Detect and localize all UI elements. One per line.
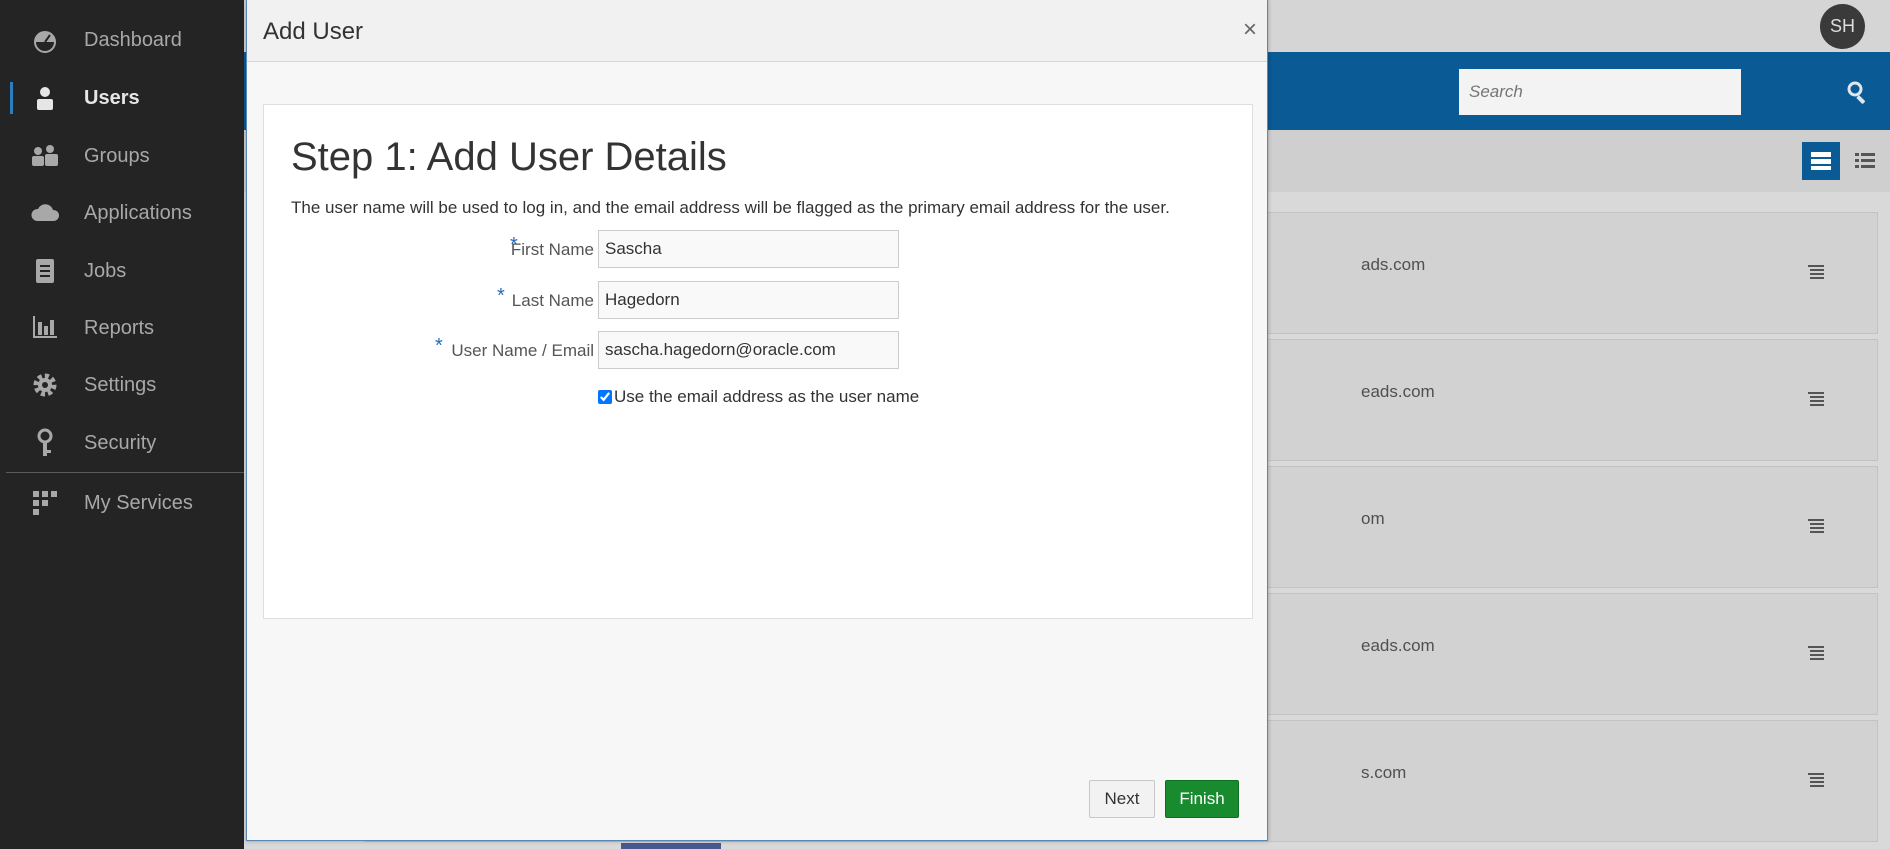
use-email-option[interactable]: Use the email address as the user name [598, 387, 919, 407]
step-panel: Step 1: Add User Details The user name w… [263, 104, 1253, 619]
sidebar-item-settings[interactable]: Settings [0, 363, 244, 407]
sidebar-divider [6, 472, 244, 473]
sidebar: Dashboard Users Groups Applications Jobs… [0, 0, 244, 849]
last-name-label: Last Name [511, 291, 594, 310]
sidebar-item-groups[interactable]: Groups [0, 134, 244, 178]
user-email: om [1361, 509, 1385, 528]
username-label: User Name / Email [451, 341, 594, 360]
row-menu-icon[interactable] [1808, 519, 1824, 540]
user-email: s.com [1361, 763, 1407, 782]
finish-button[interactable]: Finish [1165, 780, 1239, 818]
sidebar-item-label: Reports [84, 316, 155, 339]
last-name-row: * Last Name [264, 281, 1252, 321]
required-marker: * [497, 285, 505, 307]
user-email: eads.com [1361, 382, 1435, 401]
step-title: Step 1: Add User Details [291, 135, 727, 179]
row-menu-icon[interactable] [1808, 392, 1824, 413]
key-icon [30, 428, 60, 458]
username-email-field[interactable] [598, 331, 899, 369]
avatar[interactable]: SH [1820, 4, 1865, 49]
dialog-header: Add User × [247, 0, 1267, 62]
gear-icon [30, 370, 60, 400]
user-email: ads.com [1361, 255, 1426, 274]
sidebar-item-security[interactable]: Security [0, 421, 244, 465]
list-view-icon[interactable] [1852, 148, 1878, 174]
user-email: eads.com [1361, 636, 1435, 655]
row-menu-icon[interactable] [1808, 773, 1824, 794]
jobs-icon [30, 256, 60, 286]
close-icon[interactable]: × [1243, 18, 1257, 42]
sidebar-item-label: Security [84, 431, 157, 454]
add-user-dialog: Add User × Step 1: Add User Details The … [246, 0, 1268, 841]
dashboard-icon [30, 25, 60, 55]
groups-icon [30, 141, 60, 171]
first-name-label: First Name [510, 240, 594, 259]
sidebar-item-label: Jobs [84, 259, 127, 282]
row-menu-icon[interactable] [1808, 646, 1824, 667]
bottom-tab-indicator [621, 843, 721, 849]
search-input[interactable] [1459, 69, 1741, 115]
sidebar-item-label: Dashboard [84, 28, 182, 51]
dialog-title: Add User [263, 18, 364, 45]
sidebar-item-label: Settings [84, 373, 157, 396]
reports-icon [30, 313, 60, 343]
use-email-label: Use the email address as the user name [614, 387, 920, 406]
username-row: * User Name / Email [264, 331, 1252, 371]
sidebar-item-users[interactable]: Users [0, 76, 244, 120]
sidebar-item-label: Applications [84, 201, 192, 224]
first-name-row: * First Name [264, 230, 1252, 270]
sidebar-item-reports[interactable]: Reports [0, 306, 244, 350]
step-description: The user name will be used to log in, an… [291, 198, 1170, 217]
use-email-checkbox[interactable] [598, 390, 612, 404]
user-icon [30, 83, 60, 113]
sidebar-item-label: Users [84, 86, 140, 109]
cloud-icon [30, 198, 60, 228]
grid-icon [30, 488, 60, 518]
next-button[interactable]: Next [1089, 780, 1155, 818]
sidebar-item-jobs[interactable]: Jobs [0, 249, 244, 293]
last-name-field[interactable] [598, 281, 899, 319]
sidebar-item-applications[interactable]: Applications [0, 191, 244, 235]
sidebar-item-label: My Services [84, 491, 193, 514]
search-icon[interactable] [1840, 74, 1876, 110]
sidebar-item-label: Groups [84, 144, 150, 167]
card-view-icon[interactable] [1802, 142, 1840, 180]
row-menu-icon[interactable] [1808, 265, 1824, 286]
required-marker: * [435, 335, 443, 357]
sidebar-item-my-services[interactable]: My Services [0, 481, 244, 525]
sidebar-item-dashboard[interactable]: Dashboard [0, 18, 244, 62]
first-name-field[interactable] [598, 230, 899, 268]
